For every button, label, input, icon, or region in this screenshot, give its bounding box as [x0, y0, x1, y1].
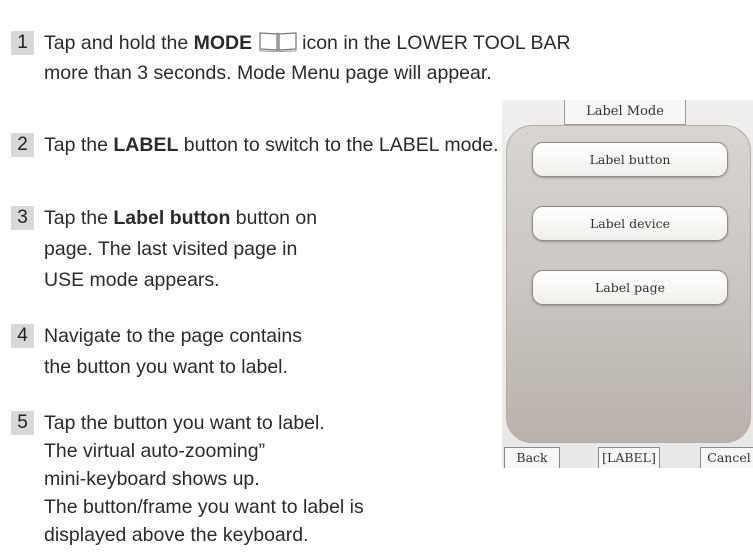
label-device-option[interactable]: Label device — [532, 206, 728, 241]
cancel-button[interactable]: Cancel — [700, 447, 753, 468]
step-2-text-b: button to switch to the LABEL mode. — [178, 134, 499, 156]
device-title: Label Mode — [564, 100, 686, 125]
label-page-option[interactable]: Label page — [532, 270, 728, 305]
step-3-text-d: USE mode appears. — [44, 269, 220, 291]
step-number-5: 5 — [11, 411, 34, 435]
step-1-text-a: Tap and hold the — [44, 32, 189, 54]
step-1-mode-bold: MODE — [193, 32, 253, 54]
step-2-text-a: Tap the — [44, 134, 114, 156]
step-1-text: Tap and hold the MODE icon in the LOWER T… — [44, 28, 571, 61]
label-mode-button[interactable]: [LABEL] — [598, 447, 660, 468]
step-1-text-b: icon in the LOWER TOOL BAR — [302, 32, 571, 54]
step-3-text-b: button on — [230, 207, 318, 229]
step-number-4: 4 — [11, 324, 34, 348]
step-3-text-c: page. The last visited page in — [44, 238, 298, 260]
step-3-text: Tap the Label button button on — [44, 203, 317, 233]
step-5-text-b: The virtual auto-zooming” — [44, 440, 266, 462]
step-number-3: 3 — [11, 206, 34, 230]
back-button[interactable]: Back — [504, 447, 560, 468]
device-menu-panel: Label button Label device Label page — [506, 125, 751, 443]
step-2-label-bold: LABEL — [113, 134, 179, 156]
device-screen: Label Mode Label button Label device Lab… — [502, 100, 753, 468]
step-5-text-d: The button/frame you want to label is — [44, 496, 364, 518]
step-5-text-a: Tap the button you want to label. — [44, 412, 325, 434]
step-5-text-e: displayed above the keyboard. — [44, 524, 309, 546]
step-3-label-bold: Label button — [113, 207, 231, 229]
step-1-text-c: more than 3 seconds. Mode Menu page will… — [44, 62, 492, 84]
step-4-text-a: Navigate to the page contains — [44, 325, 303, 347]
book-icon — [258, 30, 298, 61]
step-4-text-b: the button you want to label. — [44, 356, 288, 378]
step-3-text-a: Tap the — [44, 207, 114, 229]
step-2-text: Tap the LABEL button to switch to the LA… — [44, 130, 499, 160]
step-number-1: 1 — [11, 31, 34, 55]
step-5-text-c: mini-keyboard shows up. — [44, 468, 260, 490]
step-number-2: 2 — [11, 133, 34, 157]
label-button-option[interactable]: Label button — [532, 142, 728, 177]
